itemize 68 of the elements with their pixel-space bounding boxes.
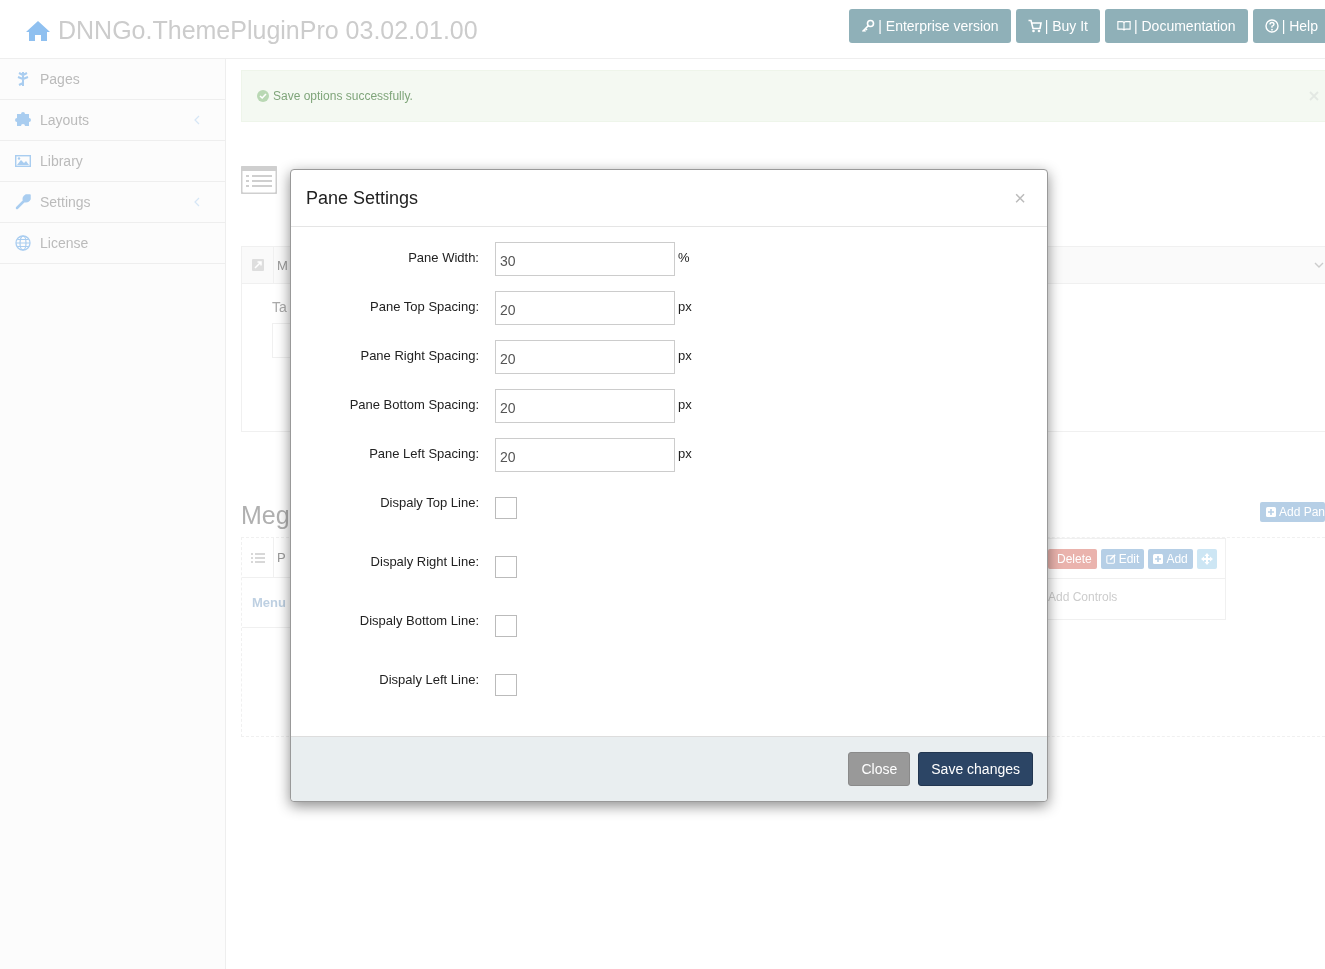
sidebar-item[interactable]: Layouts [0, 100, 225, 141]
move-icon [1200, 552, 1213, 565]
checkbox[interactable] [495, 497, 517, 519]
checkbox-label: Dispaly Right Line: [369, 553, 479, 569]
header-button[interactable]: | Documentation [1104, 9, 1248, 43]
field-label: Pane Left Spacing: [368, 445, 479, 461]
leaf-icon [15, 71, 31, 87]
list-icon [241, 166, 277, 194]
input-field[interactable]: 20 [495, 438, 675, 472]
list-icon [250, 552, 265, 563]
chevron-left-icon [194, 115, 200, 125]
chevron-left-icon [194, 197, 200, 207]
puzzle-icon [15, 112, 31, 128]
add-pane-button[interactable]: Add Pan [1259, 502, 1325, 522]
checkbox-label: Dispaly Top Line: [379, 494, 479, 510]
input-field[interactable]: 20 [495, 291, 675, 325]
header-button[interactable]: | Buy It [1015, 9, 1100, 43]
sidebar-item[interactable]: Library [0, 141, 225, 182]
field-label: Pane Width: [407, 249, 479, 265]
field-label: Ta [272, 299, 287, 315]
close-button[interactable]: × [1008, 188, 1032, 208]
menu-link[interactable]: Menu [252, 595, 286, 610]
unit-label: % [677, 249, 690, 265]
section-title: Meg [241, 500, 290, 530]
unit-label: px [677, 347, 692, 363]
wrench-icon [15, 194, 31, 210]
image-icon [15, 153, 31, 169]
modal-title: Pane Settings [306, 187, 419, 209]
globe-icon [15, 235, 31, 251]
plus-square-icon [1265, 507, 1276, 517]
unit-label: px [677, 396, 692, 412]
edit-button[interactable]: Edit [1100, 548, 1145, 569]
checkbox-label: Dispaly Bottom Line: [358, 612, 479, 628]
sidebar-item[interactable]: Settings [0, 182, 225, 223]
expand-icon [251, 259, 264, 271]
add-button[interactable]: Add [1148, 548, 1193, 569]
help-icon [1264, 19, 1279, 33]
sidebar-item[interactable]: License [0, 223, 225, 264]
close-button[interactable]: Close [848, 752, 911, 786]
alert-text: Save options successfully. [273, 89, 414, 103]
header-button[interactable]: | Help [1252, 9, 1325, 43]
chevron-down-icon[interactable] [1314, 262, 1324, 268]
plus-square-icon [1153, 553, 1164, 564]
checkbox[interactable] [495, 556, 517, 578]
unit-label: px [677, 445, 692, 461]
input-field[interactable]: 30 [495, 242, 675, 276]
edit-icon [1105, 553, 1116, 564]
panel-title: P [277, 550, 286, 565]
unit-label: px [677, 298, 692, 314]
save-button[interactable]: Save changes [918, 752, 1033, 786]
checkbox-label: Dispaly Left Line: [378, 671, 479, 687]
checkbox[interactable] [495, 674, 517, 696]
input-field[interactable]: 20 [495, 389, 675, 423]
panel-title: M [277, 257, 288, 273]
cart-icon [1027, 19, 1042, 33]
home-icon [25, 19, 51, 42]
field-label: Pane Bottom Spacing: [348, 396, 479, 412]
delete-button[interactable]: Delete [1048, 548, 1097, 569]
field-label: Pane Top Spacing: [369, 298, 479, 314]
sidebar-item[interactable]: Pages [0, 59, 225, 100]
checkbox[interactable] [495, 615, 517, 637]
field-label: Pane Right Spacing: [359, 347, 479, 363]
move-button[interactable] [1196, 548, 1217, 569]
check-circle-icon [257, 90, 269, 102]
key-icon [861, 19, 876, 33]
book-icon [1116, 19, 1131, 33]
header-button[interactable]: | Enterprise version [849, 9, 1011, 43]
input-field[interactable]: 20 [495, 340, 675, 374]
